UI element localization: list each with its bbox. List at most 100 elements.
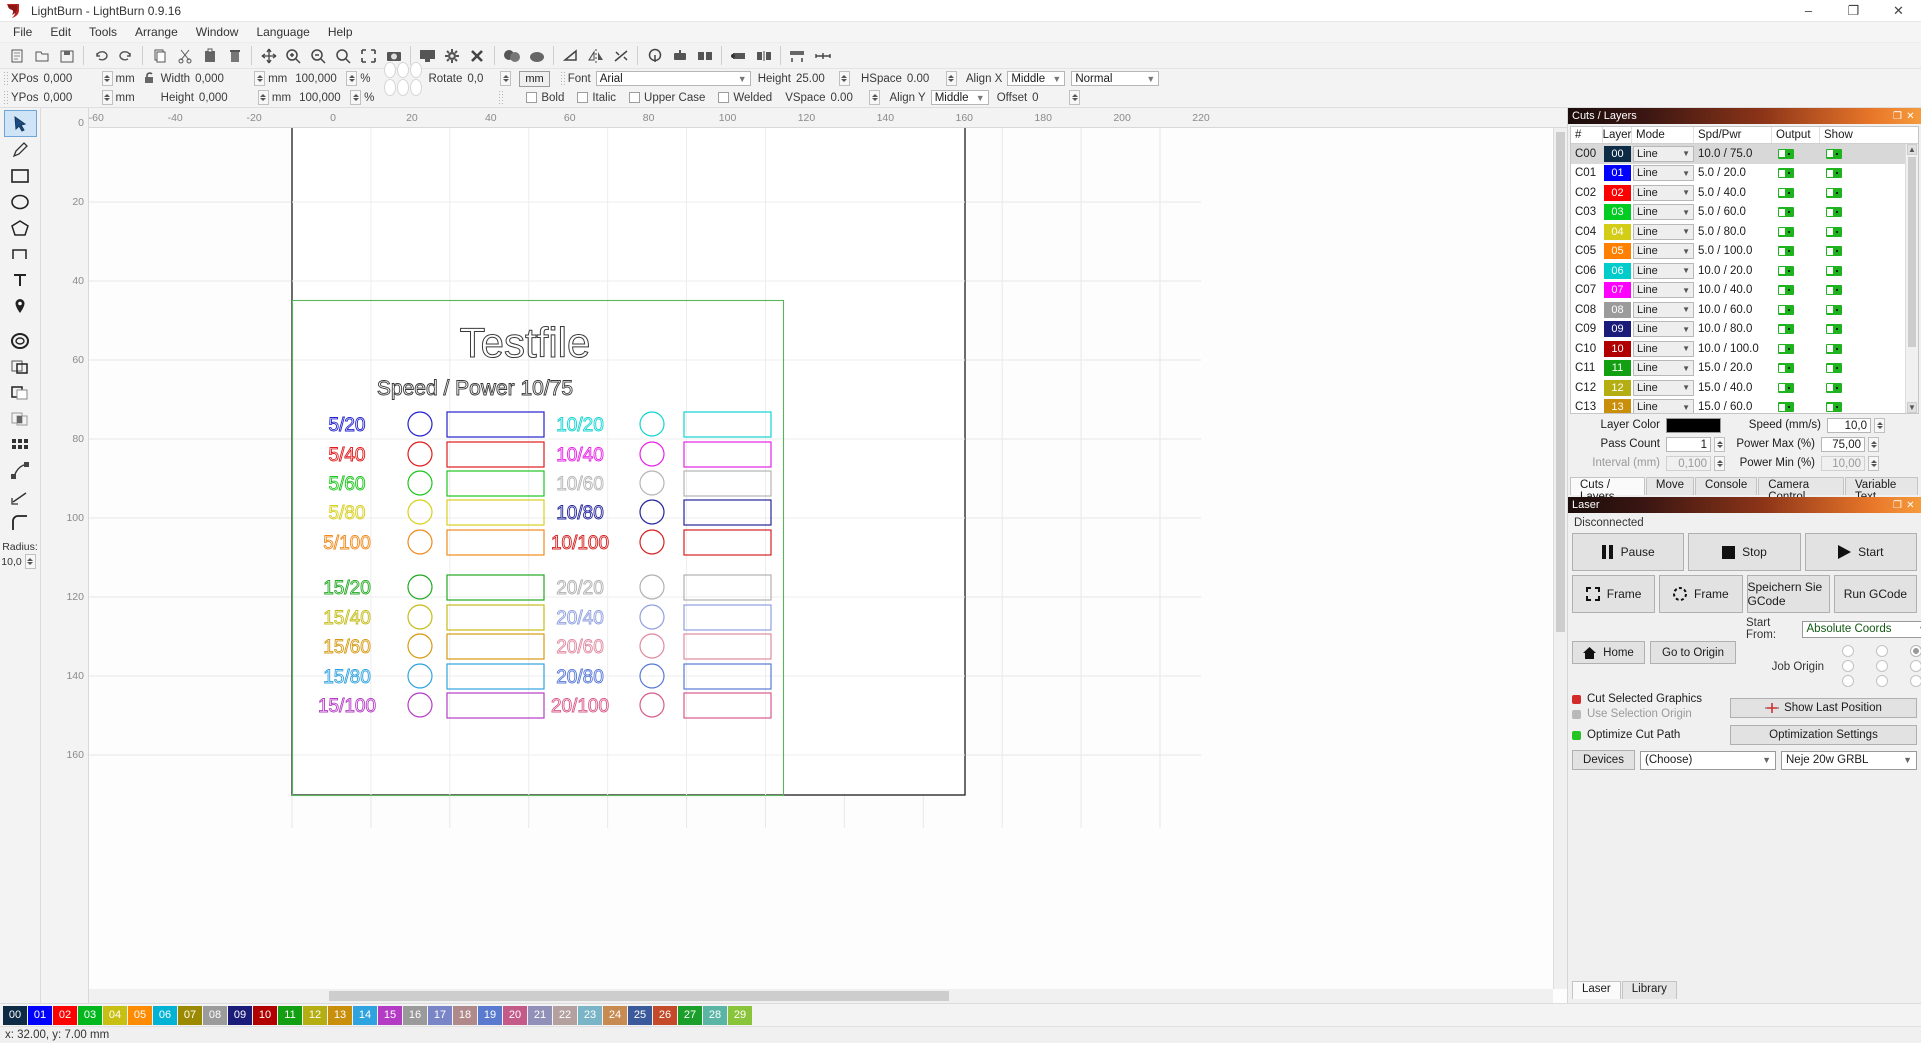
undo-icon[interactable] [88, 44, 113, 68]
row-output-toggle[interactable] [1772, 149, 1820, 159]
row-layer-swatch[interactable]: 02 [1603, 185, 1632, 201]
close-button[interactable]: ✕ [1876, 0, 1921, 22]
canvas-horizontal-scrollbar[interactable] [89, 989, 1553, 1003]
pass-count-value[interactable]: 1 [1666, 437, 1711, 452]
row-mode-select[interactable]: Line▼ [1632, 380, 1694, 396]
row-show-toggle[interactable] [1820, 305, 1900, 315]
measure-icon[interactable] [810, 44, 835, 68]
distribute-h-icon[interactable] [785, 44, 810, 68]
bold-checkbox[interactable] [526, 92, 537, 103]
height-value[interactable]: 0,000 [199, 92, 255, 104]
palette-swatch[interactable]: 03 [78, 1006, 102, 1025]
width-percent-stepper[interactable] [346, 71, 357, 86]
palette-swatch[interactable]: 10 [253, 1006, 277, 1025]
row-layer-swatch[interactable]: 10 [1603, 341, 1632, 357]
use-selection-origin-row[interactable]: Use Selection Origin [1572, 708, 1722, 720]
palette-swatch[interactable]: 15 [378, 1006, 402, 1025]
width-percent-value[interactable]: 100,000 [295, 73, 343, 85]
row-mode-select[interactable]: Line▼ [1632, 282, 1694, 298]
toolbar-grip[interactable] [3, 71, 9, 86]
palette-swatch[interactable]: 25 [628, 1006, 652, 1025]
row-layer-swatch[interactable]: 07 [1603, 282, 1632, 298]
row-output-toggle[interactable] [1772, 285, 1820, 295]
row-layer-swatch[interactable]: 13 [1603, 399, 1632, 413]
row-mode-select[interactable]: Line▼ [1632, 224, 1694, 240]
cut-selected-graphics-row[interactable]: Cut Selected Graphics [1572, 693, 1722, 705]
row-show-toggle[interactable] [1820, 227, 1900, 237]
palette-swatch[interactable]: 05 [128, 1006, 152, 1025]
row-output-toggle[interactable] [1772, 246, 1820, 256]
table-row[interactable]: C0606Line▼10.0 / 20.0 [1571, 261, 1905, 281]
job-origin-grid[interactable] [1832, 645, 1921, 688]
polygon-icon[interactable] [5, 215, 36, 240]
boolean-union-icon[interactable] [5, 354, 36, 379]
power-max-value[interactable]: 75,00 [1821, 437, 1865, 452]
text-icon[interactable] [5, 267, 36, 292]
ellipse-icon[interactable] [5, 189, 36, 214]
palette-swatch[interactable]: 27 [678, 1006, 702, 1025]
table-row[interactable]: C0000Line▼10.0 / 75.0 [1571, 144, 1905, 164]
row-layer-swatch[interactable]: 11 [1603, 360, 1632, 376]
go-to-origin-button[interactable]: Go to Origin [1650, 641, 1736, 664]
row-layer-swatch[interactable]: 06 [1603, 263, 1632, 279]
offset-value[interactable]: 0 [1032, 92, 1066, 104]
stop-button[interactable]: Stop [1688, 533, 1800, 571]
align-x-select[interactable]: Middle ▼ [1007, 71, 1065, 86]
width-stepper[interactable] [254, 71, 265, 86]
tab-variable-text[interactable]: Variable Text [1845, 477, 1918, 495]
row-show-toggle[interactable] [1820, 285, 1900, 295]
optimize-cut-path-row[interactable]: Optimize Cut Path [1572, 729, 1722, 741]
palette-swatch[interactable]: 08 [203, 1006, 227, 1025]
cuts-float-icon[interactable]: ❐ [1891, 111, 1904, 122]
copy-icon[interactable] [147, 44, 172, 68]
menu-tools[interactable]: Tools [80, 23, 126, 41]
measure-icon[interactable] [5, 484, 36, 509]
rotate-stepper[interactable] [500, 71, 511, 86]
palette-swatch[interactable]: 04 [103, 1006, 127, 1025]
units-mm-button[interactable]: mm [519, 71, 549, 87]
row-mode-select[interactable]: Line▼ [1632, 243, 1694, 259]
ruler-top[interactable]: -60-40-20020406080100120140160180200220 [41, 108, 1567, 128]
boolean-subtract-icon[interactable] [5, 380, 36, 405]
menu-window[interactable]: Window [187, 23, 248, 41]
devices-button[interactable]: Devices [1572, 750, 1635, 770]
optimization-settings-button[interactable]: Optimization Settings [1730, 725, 1917, 745]
row-mode-select[interactable]: Line▼ [1632, 321, 1694, 337]
offset-shape-icon[interactable] [726, 44, 751, 68]
group-icon[interactable] [499, 44, 524, 68]
row-layer-swatch[interactable]: 00 [1603, 146, 1632, 162]
node-edit-icon[interactable] [558, 44, 583, 68]
row-layer-swatch[interactable]: 05 [1603, 243, 1632, 259]
palette-swatch[interactable]: 19 [478, 1006, 502, 1025]
row-show-toggle[interactable] [1820, 383, 1900, 393]
row-show-toggle[interactable] [1820, 266, 1900, 276]
table-row[interactable]: C0101Line▼5.0 / 20.0 [1571, 164, 1905, 184]
table-row[interactable]: C0303Line▼5.0 / 60.0 [1571, 203, 1905, 223]
menu-file[interactable]: File [4, 23, 41, 41]
origin-bc[interactable] [1876, 675, 1888, 687]
row-mode-select[interactable]: Line▼ [1632, 165, 1694, 181]
text-height-value[interactable]: 25.00 [796, 73, 836, 85]
row-mode-select[interactable]: Line▼ [1632, 341, 1694, 357]
palette-swatch[interactable]: 07 [178, 1006, 202, 1025]
width-value[interactable]: 0,000 [195, 73, 251, 85]
row-output-toggle[interactable] [1772, 188, 1820, 198]
cuts-table-scrollbar[interactable]: ▲ ▼ [1905, 144, 1918, 413]
canvas-area[interactable]: -60-40-20020406080100120140160180200220 … [41, 108, 1567, 1003]
row-mode-select[interactable]: Line▼ [1632, 185, 1694, 201]
tab-laser[interactable]: Laser [1572, 981, 1621, 999]
new-file-icon[interactable] [4, 44, 29, 68]
row-show-toggle[interactable] [1820, 324, 1900, 334]
lock-aspect-icon[interactable] [143, 70, 161, 88]
line-chain-icon[interactable] [5, 241, 36, 266]
palette-swatch[interactable]: 14 [353, 1006, 377, 1025]
maximize-button[interactable]: ❐ [1831, 0, 1876, 22]
palette-swatch[interactable]: 24 [603, 1006, 627, 1025]
array-grid-icon[interactable] [5, 432, 36, 457]
ypos-stepper[interactable] [102, 90, 113, 105]
pause-button[interactable]: Pause [1572, 533, 1684, 571]
tab-move[interactable]: Move [1646, 477, 1694, 495]
tab-console[interactable]: Console [1695, 477, 1757, 495]
open-file-icon[interactable] [29, 44, 54, 68]
row-output-toggle[interactable] [1772, 168, 1820, 178]
